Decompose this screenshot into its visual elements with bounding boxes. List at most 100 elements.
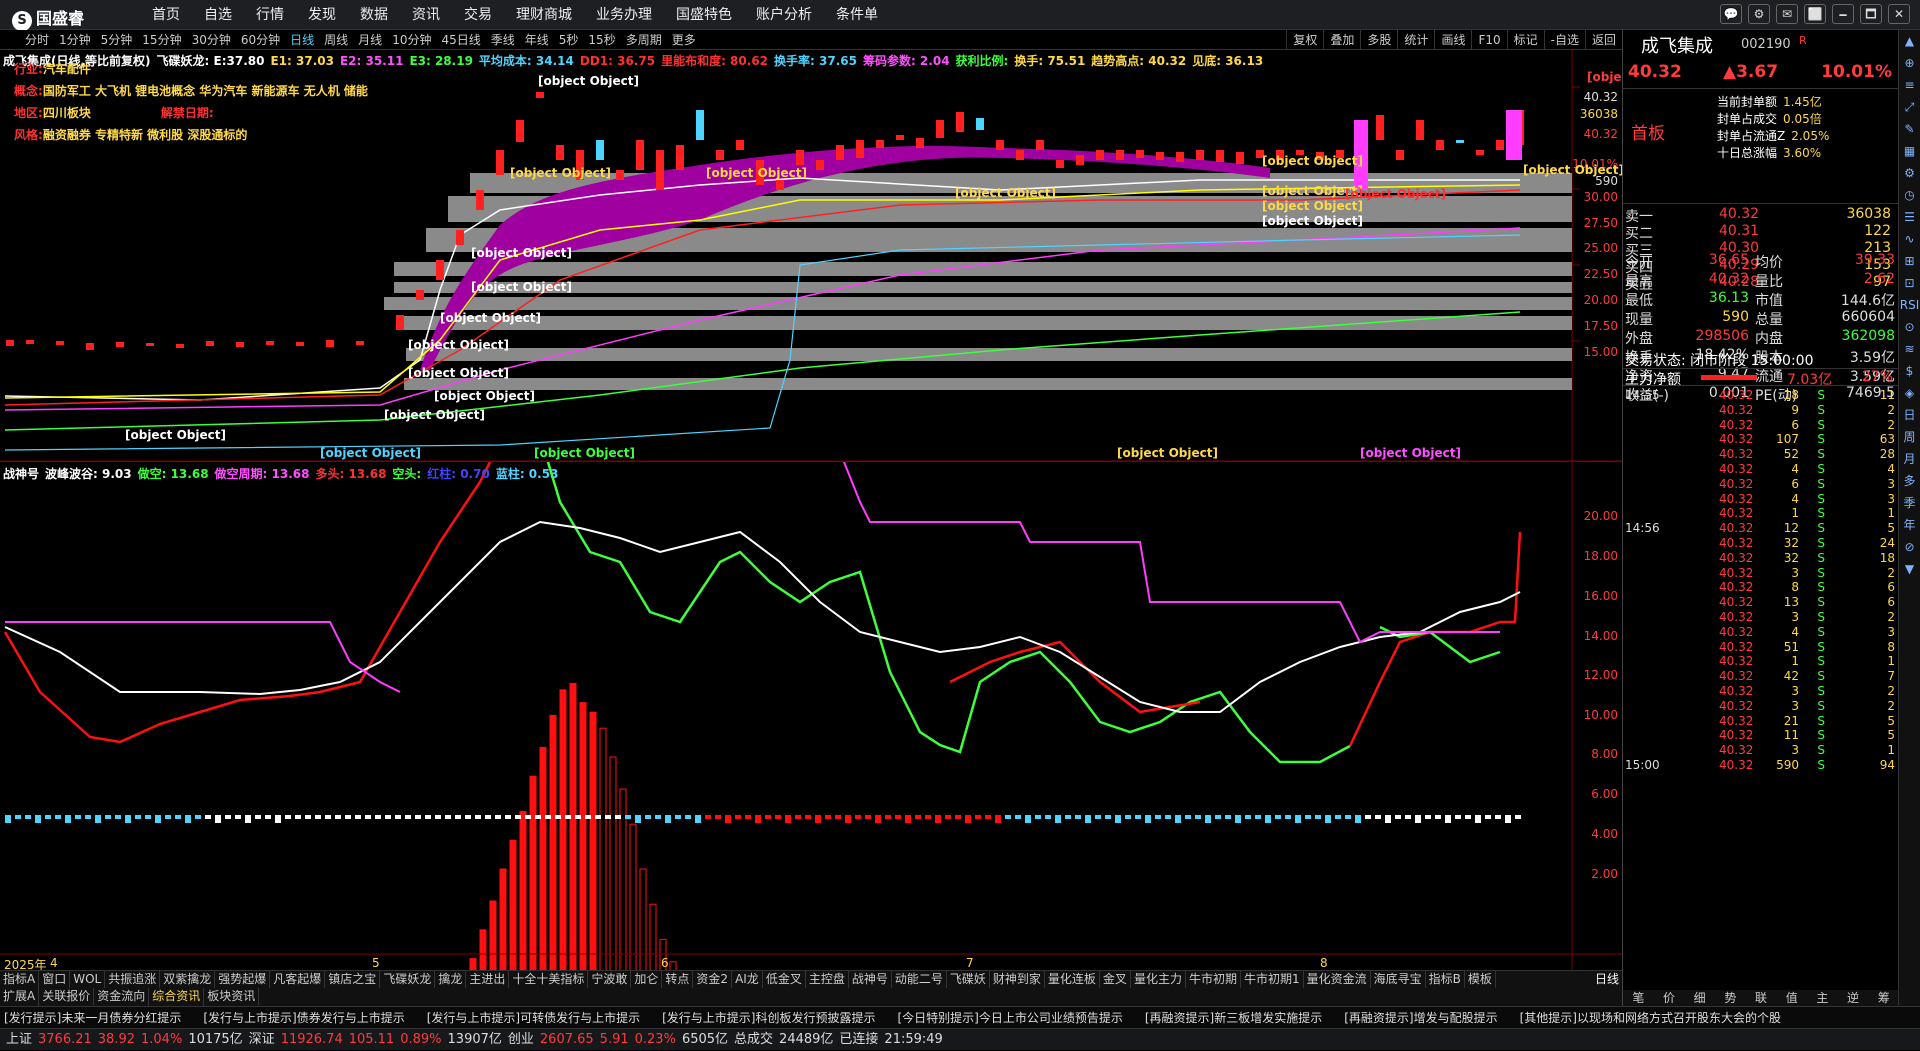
period-tab[interactable]: 季线 [486, 30, 520, 50]
quote-tab[interactable]: 笔 [1623, 990, 1654, 1006]
ticker-item[interactable]: [再融资提示]增发与配股提示 [1344, 1011, 1497, 1025]
side-tool-icon[interactable]: 月 [1899, 448, 1920, 470]
side-tool-icon[interactable]: 年 [1899, 514, 1920, 536]
side-tool-icon[interactable]: ⊡ [1899, 272, 1920, 294]
quote-tab[interactable]: 细 [1684, 990, 1715, 1006]
indicator-tab[interactable]: 资金2 [693, 971, 733, 988]
indicator-tab[interactable]: 双紫擒龙 [160, 971, 216, 988]
tool-button[interactable]: 标记 [1506, 30, 1544, 50]
indicator-panel[interactable]: 战神号 波峰波谷: 9.03 做空: 13.68 做空周期: 13.68 多头: 13.… [0, 400, 1622, 1030]
window-button-icon[interactable]: 💬 [1720, 4, 1742, 24]
indicator-tab[interactable]: 共振追涨 [105, 971, 161, 988]
period-tab[interactable]: 60分钟 [236, 30, 285, 50]
indicator-tab[interactable]: 擒龙 [435, 971, 467, 988]
period-tab[interactable]: 15分钟 [137, 30, 186, 50]
info-tab[interactable]: 板块资讯 [204, 988, 260, 1006]
tool-button[interactable]: 叠加 [1323, 30, 1360, 50]
indicator-tab[interactable]: 牛市初期1 [1241, 971, 1304, 988]
side-tool-icon[interactable]: ▦ [1899, 140, 1920, 162]
side-tool-icon[interactable]: ☰ [1899, 206, 1920, 228]
period-tab[interactable]: 分时 [20, 30, 54, 50]
indicator-tab[interactable]: 主控盘 [806, 971, 849, 988]
tool-button[interactable]: 画线 [1434, 30, 1471, 50]
menu-item[interactable]: 数据 [348, 0, 400, 30]
indicator-tab[interactable]: 镇店之宝 [325, 971, 381, 988]
side-tool-icon[interactable]: ▲ [1899, 30, 1920, 52]
quote-tab[interactable]: 势 [1715, 990, 1746, 1006]
period-tab[interactable]: 30分钟 [187, 30, 236, 50]
side-tool-icon[interactable]: ⊕ [1899, 52, 1920, 74]
side-tool-icon[interactable]: ≡ [1899, 74, 1920, 96]
side-tool-icon[interactable]: ⚙ [1899, 162, 1920, 184]
menu-item[interactable]: 自选 [192, 0, 244, 30]
side-tool-icon[interactable]: ✎ [1899, 118, 1920, 140]
side-tool-icon[interactable]: ▼ [1899, 558, 1920, 580]
indicator-tab[interactable]: 强势起爆 [215, 971, 271, 988]
side-tool-icon[interactable]: 季 [1899, 492, 1920, 514]
menu-item[interactable]: 首页 [140, 0, 192, 30]
indicator-tab[interactable]: 主进出 [466, 971, 510, 988]
ticker-item[interactable]: [发行与上市提示]可转债发行与上市提示 [427, 1011, 640, 1025]
ticker-item[interactable]: [其他提示]以现场和网络方式召开股东大会的个股 [1520, 1011, 1781, 1025]
ticker-item[interactable]: [发行提示]未来一月债券分红提示 [4, 1011, 181, 1025]
period-tab[interactable]: 15秒 [583, 30, 620, 50]
indicator-tab[interactable]: WOL [70, 971, 106, 988]
menu-item[interactable]: 条件单 [824, 0, 890, 30]
indicator-tab[interactable]: AI龙 [732, 971, 763, 988]
indicator-tab[interactable]: 量化连板 [1045, 971, 1100, 988]
window-button-icon[interactable]: 🗖 [1860, 4, 1882, 24]
period-tab[interactable]: 日线 [285, 30, 319, 50]
indicator-tab[interactable]: 宁波敢 [588, 971, 632, 988]
side-tool-icon[interactable]: $ [1899, 360, 1920, 382]
menu-item[interactable]: 理财商城 [504, 0, 584, 30]
tool-button[interactable]: 返回 [1584, 30, 1622, 50]
period-tab[interactable]: 5分钟 [96, 30, 138, 50]
menu-item[interactable]: 行情 [244, 0, 296, 30]
indicator-tab[interactable]: 飞碟妖龙 [380, 971, 436, 988]
indicator-tab[interactable]: 凡客起爆 [270, 971, 326, 988]
book-row[interactable]: 买二 40.31 122 [1623, 223, 1899, 242]
indicator-tab[interactable]: 战神号 [849, 971, 892, 988]
window-button-icon[interactable]: ⚙ [1748, 4, 1770, 24]
info-tab[interactable]: 资金流向 [94, 988, 150, 1006]
stock-name[interactable]: 成飞集成 [1641, 32, 1713, 58]
side-tool-icon[interactable]: 日 [1899, 404, 1920, 426]
indicator-tab[interactable]: 量化主力 [1131, 971, 1186, 988]
side-tool-icon[interactable]: 多 [1899, 470, 1920, 492]
period-tab[interactable]: 45日线 [436, 30, 485, 50]
menu-item[interactable]: 业务办理 [584, 0, 664, 30]
side-tool-icon[interactable]: ⊘ [1899, 536, 1920, 558]
indicator-tab[interactable]: 指标B [1426, 971, 1465, 988]
period-tab[interactable]: 年线 [520, 30, 554, 50]
indicator-chart[interactable] [0, 400, 1622, 1030]
indicator-tab[interactable]: 模板 [1465, 971, 1496, 988]
period-tab[interactable]: 5秒 [554, 30, 584, 50]
menu-item[interactable]: 国盛特色 [664, 0, 744, 30]
quote-tab[interactable]: 值 [1776, 990, 1807, 1006]
tool-button[interactable]: F10 [1471, 30, 1506, 50]
period-tab[interactable]: 周线 [319, 30, 353, 50]
window-button-icon[interactable]: ⬜ [1804, 4, 1826, 24]
info-tab[interactable]: 综合资讯 [149, 988, 205, 1006]
ticker-item[interactable]: [发行与上市提示]债券发行与上市提示 [203, 1011, 404, 1025]
quote-tab[interactable]: 价 [1654, 990, 1685, 1006]
quote-tab[interactable]: 逆 [1838, 990, 1869, 1006]
tool-button[interactable]: 统计 [1397, 30, 1434, 50]
period-tab[interactable]: 10分钟 [387, 30, 436, 50]
book-row[interactable]: 卖一 40.32 36038 [1623, 206, 1899, 225]
side-tool-icon[interactable]: ∿ [1899, 228, 1920, 250]
period-tab[interactable]: 多周期 [621, 30, 667, 50]
tool-button[interactable]: 复权 [1286, 30, 1323, 50]
side-tool-icon[interactable]: ⤢ [1899, 96, 1920, 118]
window-button-icon[interactable]: ✉ [1776, 4, 1798, 24]
app-logo[interactable]: S 国盛睿 [12, 5, 84, 31]
quote-tab[interactable]: 联 [1746, 990, 1777, 1006]
quote-tab[interactable]: 主 [1807, 990, 1838, 1006]
indicator-tab[interactable]: 低金叉 [763, 971, 806, 988]
period-tab[interactable]: 更多 [667, 30, 701, 50]
indicator-tab[interactable]: 量化资金流 [1304, 971, 1371, 988]
side-tool-icon[interactable]: 周 [1899, 426, 1920, 448]
side-tool-icon[interactable]: ◈ [1899, 382, 1920, 404]
kline-chart[interactable] [0, 50, 1622, 462]
window-button-icon[interactable]: 🗕 [1832, 4, 1854, 24]
